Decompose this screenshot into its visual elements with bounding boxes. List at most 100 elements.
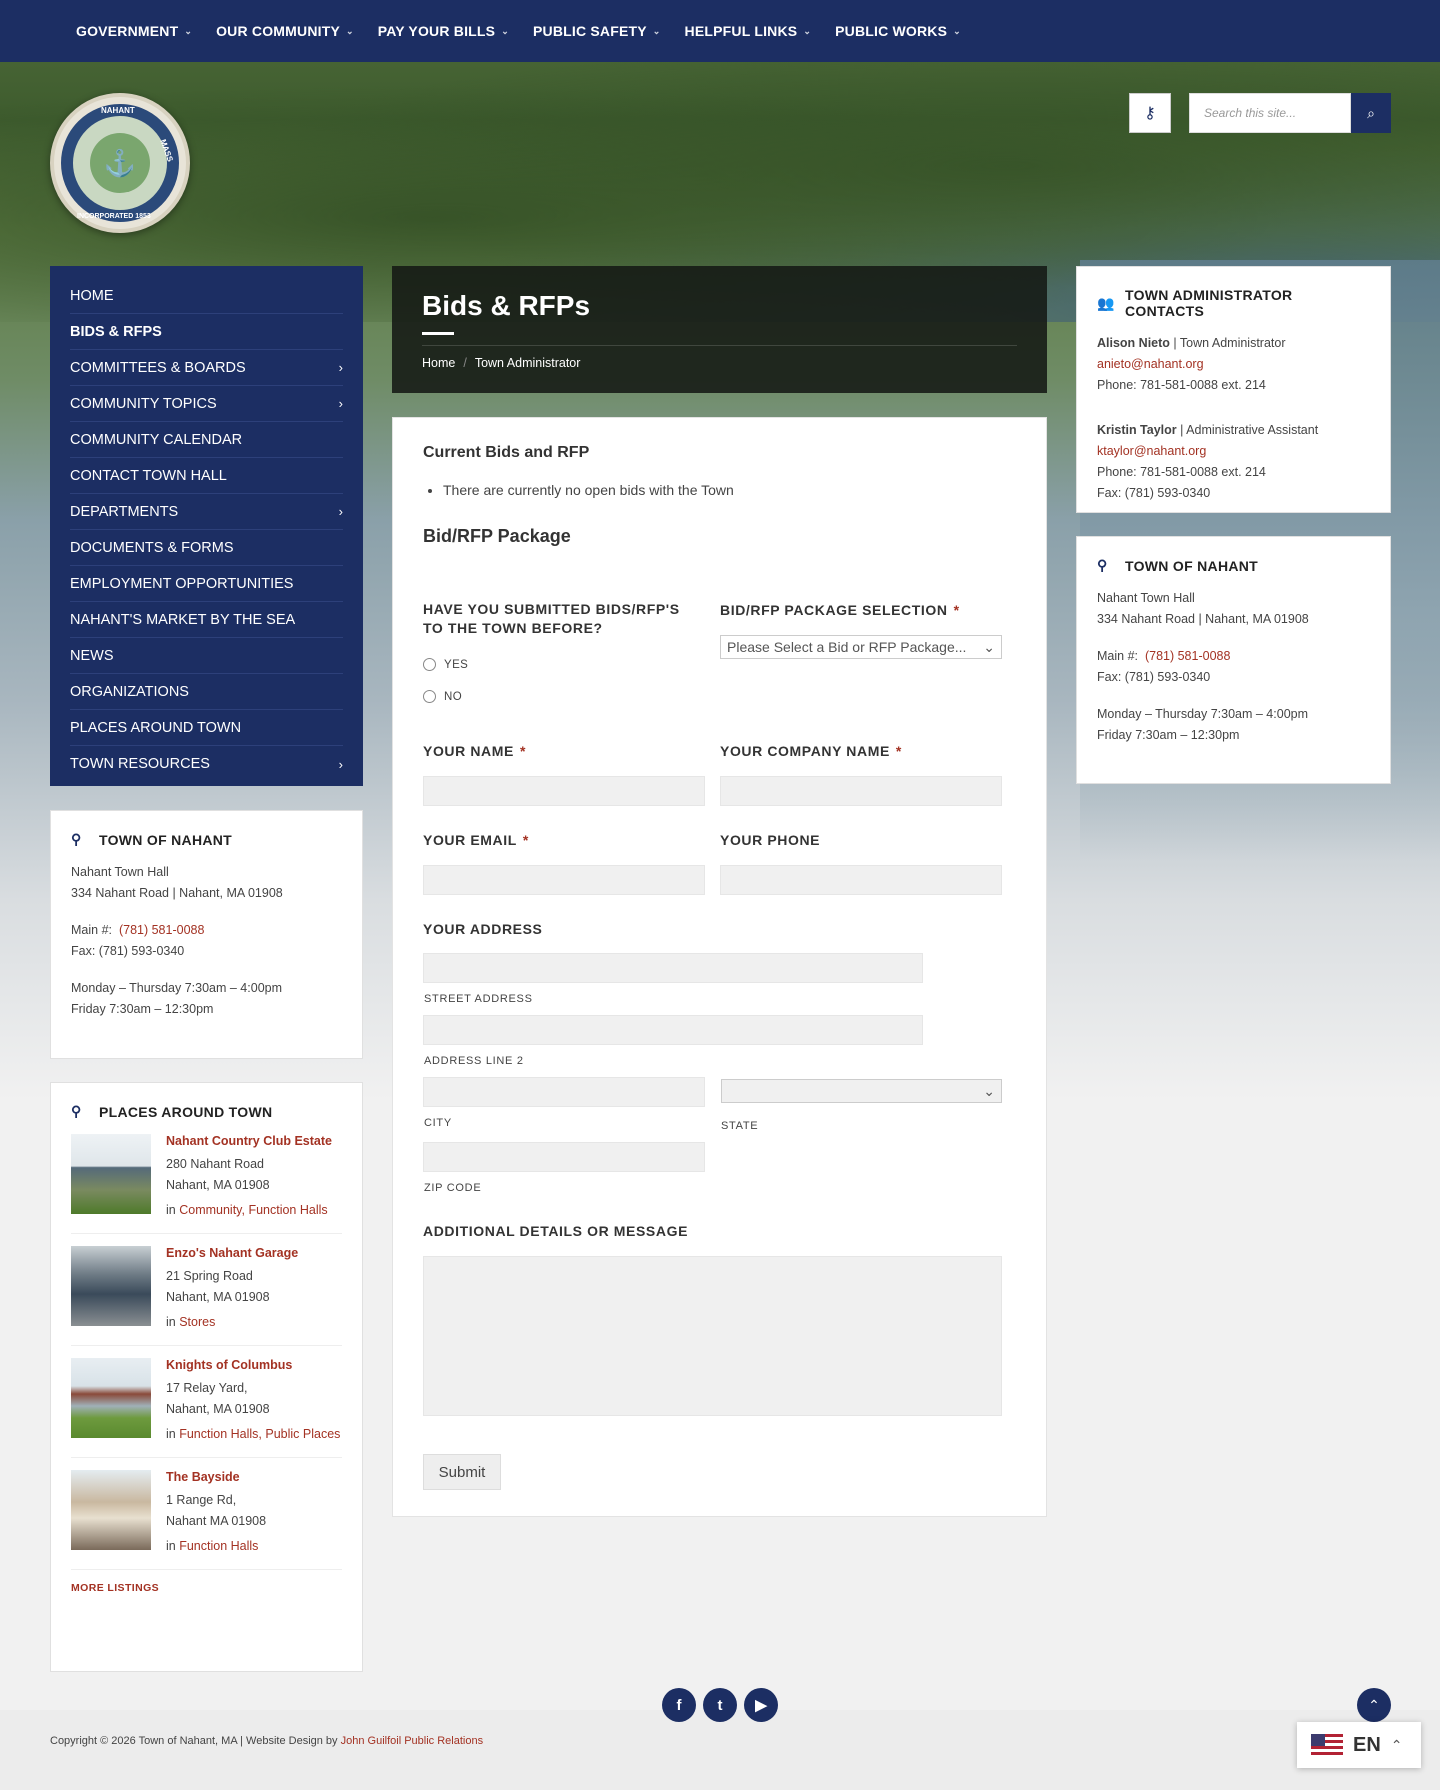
nav-helpful-links[interactable]: HELPFUL LINKS ⌄ <box>685 23 812 39</box>
chevron-up-icon: ⌃ <box>1368 1696 1380 1713</box>
card-title-text: TOWN OF NAHANT <box>1125 557 1259 574</box>
sidebar-item-documents-forms[interactable]: DOCUMENTS & FORMS <box>70 530 343 566</box>
designer-link[interactable]: John Guilfoil Public Relations <box>341 1735 483 1747</box>
place-name-link[interactable]: Knights of Columbus <box>166 1358 340 1372</box>
place-city: Nahant MA 01908 <box>166 1514 267 1528</box>
facebook-icon[interactable]: f <box>662 1688 696 1722</box>
submit-button[interactable]: Submit <box>423 1454 501 1490</box>
package-select[interactable]: Please Select a Bid or RFP Package... ⌄ <box>720 635 1002 659</box>
place-thumbnail[interactable] <box>71 1470 151 1550</box>
sidebar-item-places-around-town[interactable]: PLACES AROUND TOWN <box>70 710 343 746</box>
radio-no[interactable]: NO <box>423 690 462 703</box>
places-around-town-card: ⚲ PLACES AROUND TOWN Nahant Country Club … <box>50 1082 363 1672</box>
radio-yes[interactable]: YES <box>423 658 468 671</box>
breadcrumb-home-link[interactable]: Home <box>422 356 455 370</box>
sidebar-item-label: ORGANIZATIONS <box>70 683 189 700</box>
sidebar-item-departments[interactable]: DEPARTMENTS › <box>70 494 343 530</box>
main-phone-link[interactable]: (781) 581-0088 <box>1145 649 1230 663</box>
place-categories: in Community, Function Halls <box>166 1200 332 1221</box>
sidebar-item-committees-boards[interactable]: COMMITTEES & BOARDS › <box>70 350 343 386</box>
category-link[interactable]: Function Halls <box>179 1539 258 1553</box>
place-in-label: in <box>166 1315 176 1329</box>
back-to-top-button[interactable]: ⌃ <box>1357 1688 1391 1722</box>
search-input[interactable]: Search this site... <box>1189 93 1351 133</box>
sidebar-item-bids-rfps[interactable]: BIDS & RFPS <box>70 314 343 350</box>
chevron-up-icon: ⌃ <box>1390 1736 1403 1753</box>
place-address: 280 Nahant Road <box>166 1157 264 1171</box>
your-address-label: YOUR ADDRESS <box>423 921 543 937</box>
main-content: Current Bids and RFP There are currently… <box>392 417 1047 1517</box>
seal-emblem: ⚓ <box>90 133 150 193</box>
your-email-label: YOUR EMAIL * <box>423 832 529 848</box>
login-key-button[interactable]: ⚷ <box>1129 93 1171 133</box>
nav-public-works[interactable]: PUBLIC WORKS ⌄ <box>835 23 961 39</box>
email-field[interactable] <box>423 865 705 895</box>
contact-email-link[interactable]: anieto@nahant.org <box>1097 357 1204 371</box>
chevron-down-icon: ⌄ <box>983 638 995 655</box>
radio-button[interactable] <box>423 658 436 671</box>
sidebar-item-market-by-the-sea[interactable]: NAHANT'S MARKET BY THE SEA <box>70 602 343 638</box>
place-name-link[interactable]: Enzo's Nahant Garage <box>166 1246 298 1260</box>
address-line2-field[interactable] <box>423 1015 923 1045</box>
category-link[interactable]: Community, Function Halls <box>179 1203 327 1217</box>
name-field[interactable] <box>423 776 705 806</box>
phone-field[interactable] <box>720 865 1002 895</box>
chevron-down-icon: ⌄ <box>346 25 354 36</box>
nav-government[interactable]: GOVERNMENT ⌄ <box>76 23 192 39</box>
sidebar-item-label: HOME <box>70 287 114 304</box>
place-listing: Nahant Country Club Estate 280 Nahant Ro… <box>71 1134 342 1234</box>
search-icon: ⌕ <box>1367 104 1375 121</box>
city-field[interactable] <box>423 1077 705 1107</box>
street-address-field[interactable] <box>423 953 923 983</box>
zip-code-sublabel: ZIP CODE <box>424 1182 482 1194</box>
bid-package-heading: Bid/RFP Package <box>423 526 571 546</box>
town-seal-logo[interactable]: NAHANT MASS INCORPORATED 1853 ⚓ <box>50 93 190 233</box>
sidebar-item-organizations[interactable]: ORGANIZATIONS <box>70 674 343 710</box>
package-selection-label: BID/RFP PACKAGE SELECTION * <box>720 602 960 618</box>
chevron-right-icon: › <box>338 360 343 375</box>
card-title: 👥 TOWN ADMINISTRATOR CONTACTS <box>1097 287 1370 319</box>
place-thumbnail[interactable] <box>71 1134 151 1214</box>
nav-public-safety[interactable]: PUBLIC SAFETY ⌄ <box>533 23 661 39</box>
label-text: BID/RFP PACKAGE SELECTION <box>720 602 948 618</box>
search-button[interactable]: ⌕ <box>1351 93 1391 133</box>
sidebar-item-community-topics[interactable]: COMMUNITY TOPICS › <box>70 386 343 422</box>
place-thumbnail[interactable] <box>71 1246 151 1326</box>
contact-email-link[interactable]: ktaylor@nahant.org <box>1097 444 1206 458</box>
youtube-icon[interactable]: ▶ <box>744 1688 778 1722</box>
town-address: 334 Nahant Road | Nahant, MA 01908 <box>71 886 283 900</box>
category-link[interactable]: Function Halls, Public Places <box>179 1427 340 1441</box>
sidebar-item-contact-town-hall[interactable]: CONTACT TOWN HALL <box>70 458 343 494</box>
sidebar-item-community-calendar[interactable]: COMMUNITY CALENDAR <box>70 422 343 458</box>
language-selector[interactable]: EN ⌃ <box>1297 1722 1421 1768</box>
place-name-link[interactable]: Nahant Country Club Estate <box>166 1134 332 1148</box>
sidebar-item-town-resources[interactable]: TOWN RESOURCES › <box>70 746 343 782</box>
radio-button[interactable] <box>423 690 436 703</box>
sidebar-item-employment[interactable]: EMPLOYMENT OPPORTUNITIES <box>70 566 343 602</box>
twitter-icon[interactable]: t <box>703 1688 737 1722</box>
chevron-right-icon: › <box>338 396 343 411</box>
nav-pay-your-bills[interactable]: PAY YOUR BILLS ⌄ <box>378 23 509 39</box>
sidebar-item-news[interactable]: NEWS <box>70 638 343 674</box>
nav-our-community[interactable]: OUR COMMUNITY ⌄ <box>216 23 354 39</box>
language-code: EN <box>1353 1733 1381 1756</box>
street-address-sublabel: STREET ADDRESS <box>424 993 533 1005</box>
label-text: YOUR NAME <box>423 743 514 759</box>
sidebar-item-home[interactable]: HOME <box>70 278 343 314</box>
breadcrumb-current[interactable]: Town Administrator <box>475 356 581 370</box>
state-select[interactable]: ⌄ <box>721 1079 1002 1103</box>
company-name-field[interactable] <box>720 776 1002 806</box>
fax-number: Fax: (781) 593-0340 <box>71 944 185 958</box>
contact-phone: Phone: 781-581-0088 ext. 214 <box>1097 465 1266 479</box>
more-listings-link[interactable]: MORE LISTINGS <box>71 1582 342 1594</box>
card-title-text: PLACES AROUND TOWN <box>99 1103 273 1120</box>
place-in-label: in <box>166 1427 176 1441</box>
message-textarea[interactable] <box>423 1256 1002 1416</box>
main-phone-link[interactable]: (781) 581-0088 <box>119 923 204 937</box>
sidebar-item-label: EMPLOYMENT OPPORTUNITIES <box>70 575 294 592</box>
category-link[interactable]: Stores <box>179 1315 215 1329</box>
zip-code-field[interactable] <box>423 1142 705 1172</box>
contact-phone: Phone: 781-581-0088 ext. 214 <box>1097 378 1266 392</box>
place-thumbnail[interactable] <box>71 1358 151 1438</box>
place-name-link[interactable]: The Bayside <box>166 1470 266 1484</box>
